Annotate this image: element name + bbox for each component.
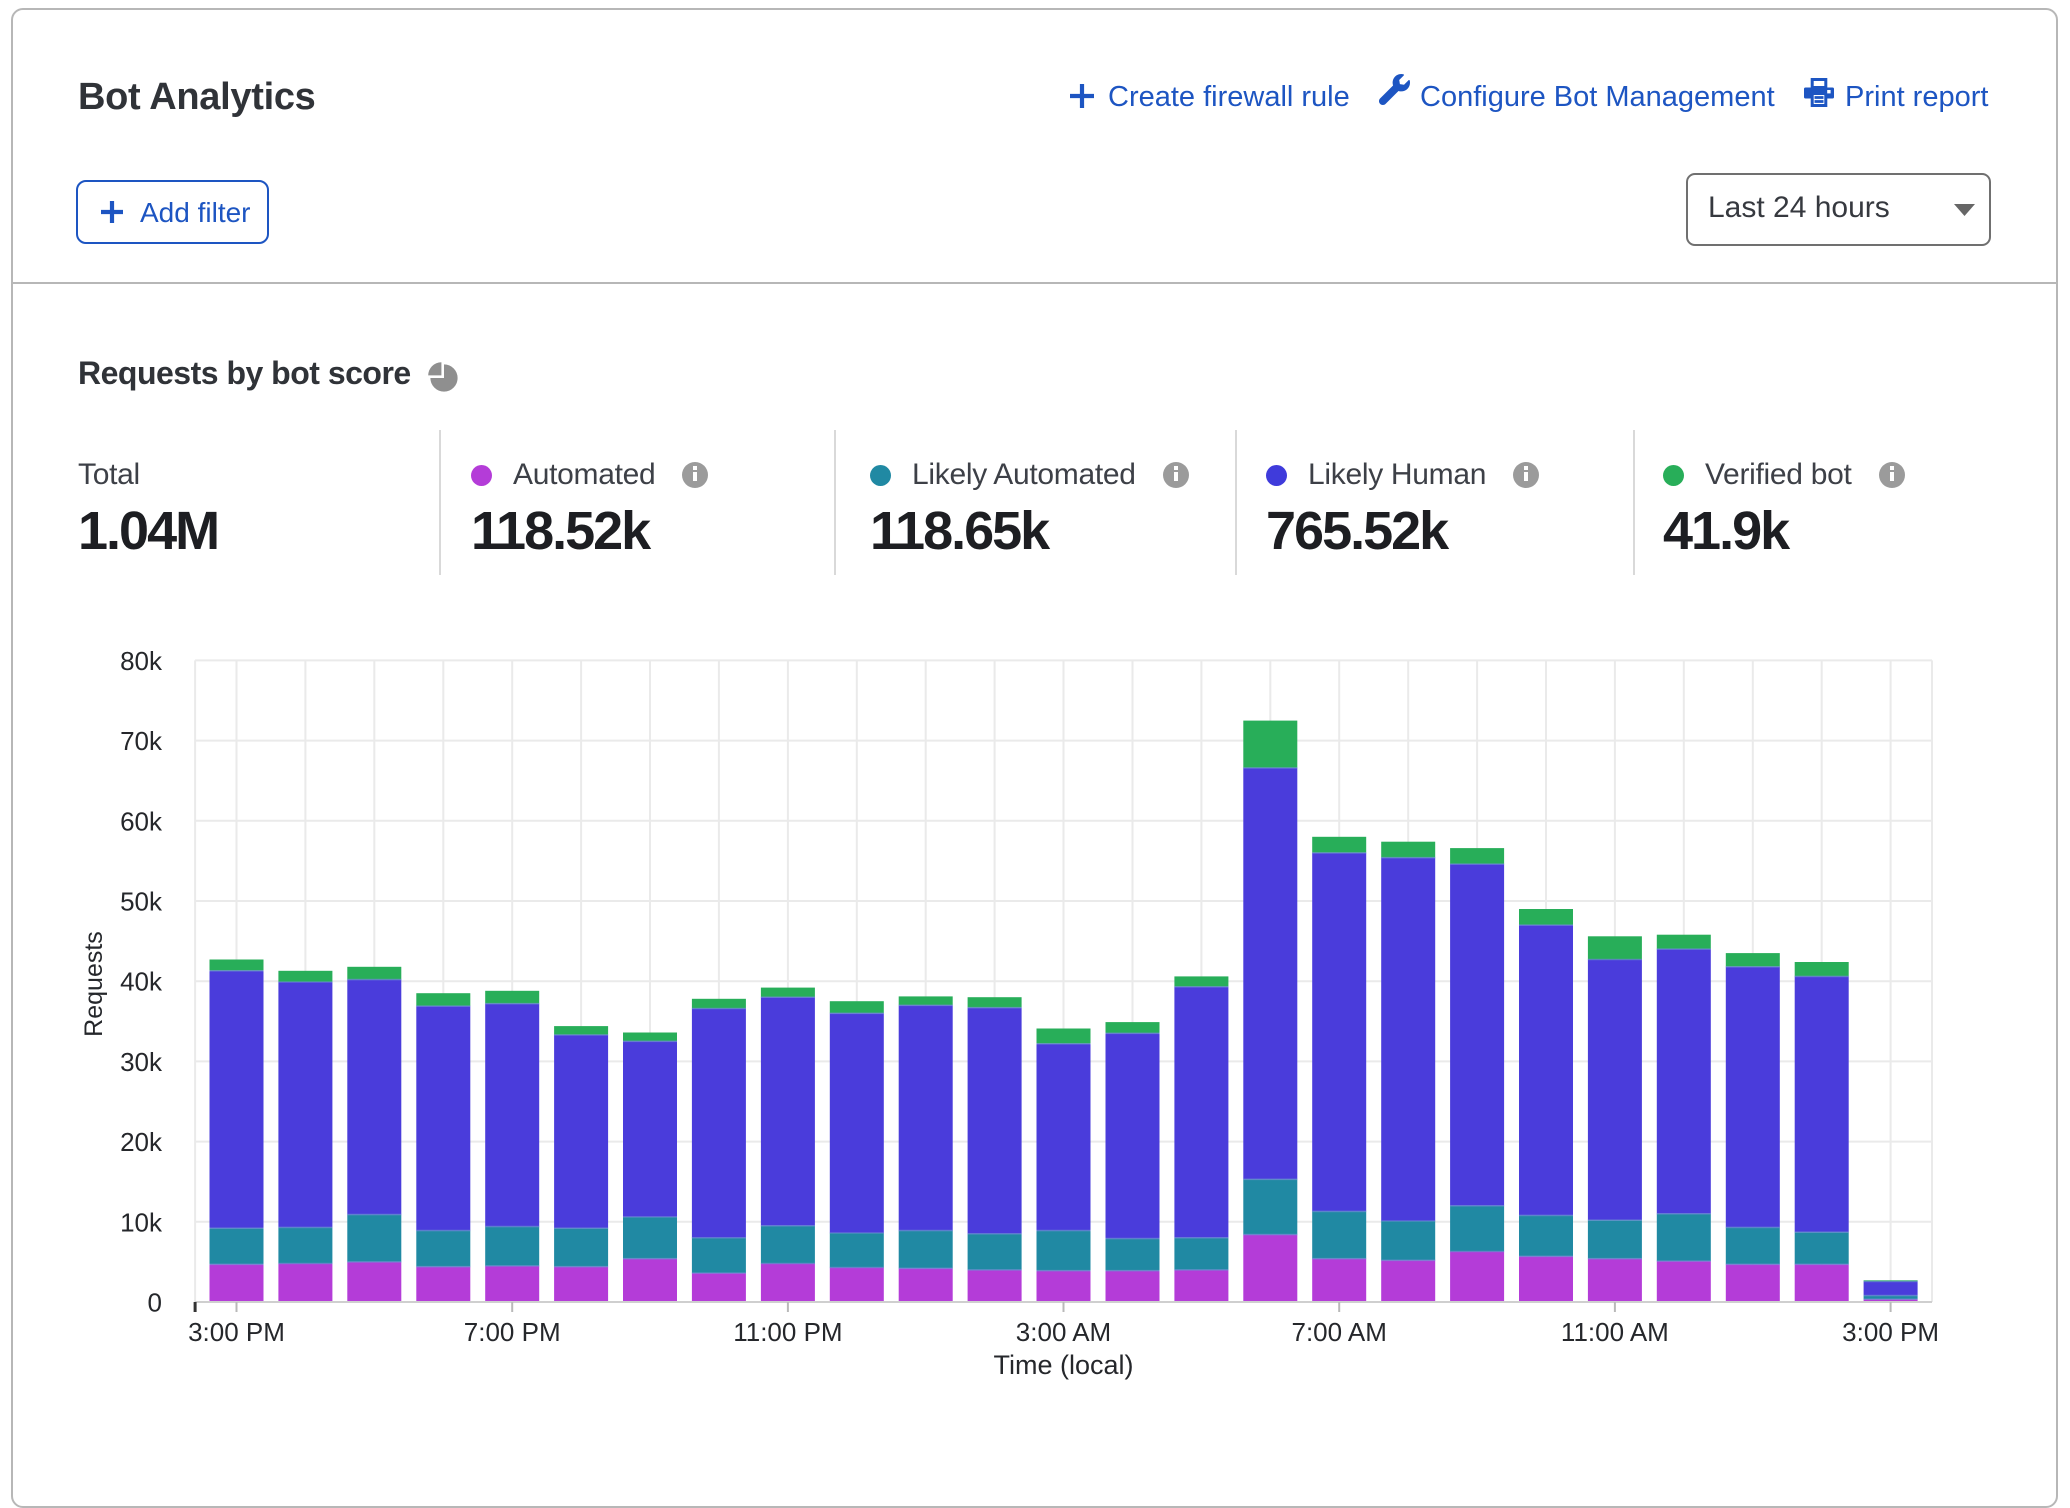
svg-text:11:00 AM: 11:00 AM [1561,1317,1669,1347]
svg-text:11:00 PM: 11:00 PM [733,1317,842,1347]
svg-text:40k: 40k [120,967,163,997]
svg-text:7:00 AM: 7:00 AM [1291,1317,1386,1347]
svg-text:80k: 80k [120,646,163,676]
svg-text:Requests: Requests [80,931,108,1037]
svg-text:0: 0 [148,1288,162,1318]
svg-text:10k: 10k [120,1207,163,1237]
svg-text:7:00 PM: 7:00 PM [464,1317,561,1347]
svg-text:30k: 30k [120,1047,163,1077]
svg-text:3:00 PM: 3:00 PM [188,1317,285,1347]
svg-text:60k: 60k [120,806,163,836]
svg-text:50k: 50k [120,887,163,917]
svg-text:70k: 70k [120,726,163,756]
svg-text:20k: 20k [120,1127,163,1157]
svg-text:3:00 PM: 3:00 PM [1842,1317,1939,1347]
svg-text:Time (local): Time (local) [993,1350,1133,1380]
svg-text:3:00 AM: 3:00 AM [1016,1317,1111,1347]
